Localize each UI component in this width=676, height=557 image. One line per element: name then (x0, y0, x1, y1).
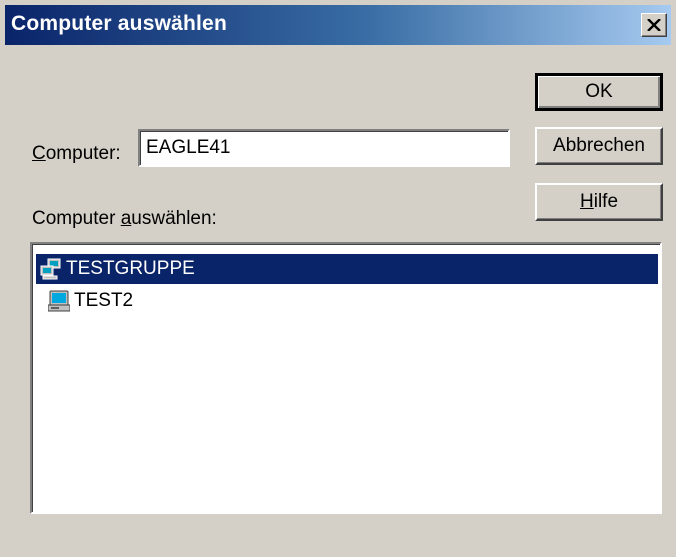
select-label-rest: uswählen: (131, 208, 217, 229)
computer-name-input[interactable] (138, 129, 510, 167)
computer-icon (48, 290, 70, 312)
select-computer-dialog: Computer auswählen OK Abbrechen Hilfe Co… (0, 0, 676, 557)
computer-tree-list[interactable]: TESTGRUPPE TEST2 (30, 242, 662, 514)
tree-item-label: TEST2 (74, 290, 134, 311)
help-accelerator: H (579, 191, 594, 212)
dialog-title: Computer auswählen (11, 12, 227, 35)
computer-label-rest: omputer: (45, 143, 121, 164)
select-computer-label: Computer auswählen: (32, 208, 217, 230)
help-button[interactable]: Hilfe (535, 183, 663, 221)
cancel-button[interactable]: Abbrechen (535, 127, 663, 165)
select-label-accelerator: a (120, 208, 132, 229)
help-label-rest: ilfe (593, 191, 619, 212)
cancel-button-label: Abbrechen (553, 135, 645, 156)
tree-item-test2[interactable]: TEST2 (46, 286, 246, 316)
help-button-label: Hilfe (580, 191, 618, 213)
tree-item-label: TESTGRUPPE (66, 258, 195, 279)
workgroup-icon (40, 258, 61, 280)
ok-button-label: OK (585, 81, 613, 102)
computer-label-accelerator: C (32, 143, 46, 164)
computer-label: Computer: (32, 143, 121, 165)
close-icon (647, 19, 661, 31)
close-button[interactable] (641, 13, 667, 37)
tree-item-testgruppe[interactable]: TESTGRUPPE (36, 254, 658, 284)
title-bar[interactable]: Computer auswählen (5, 5, 671, 45)
ok-button[interactable]: OK (535, 73, 663, 111)
select-label-prefix: Computer (32, 208, 121, 229)
